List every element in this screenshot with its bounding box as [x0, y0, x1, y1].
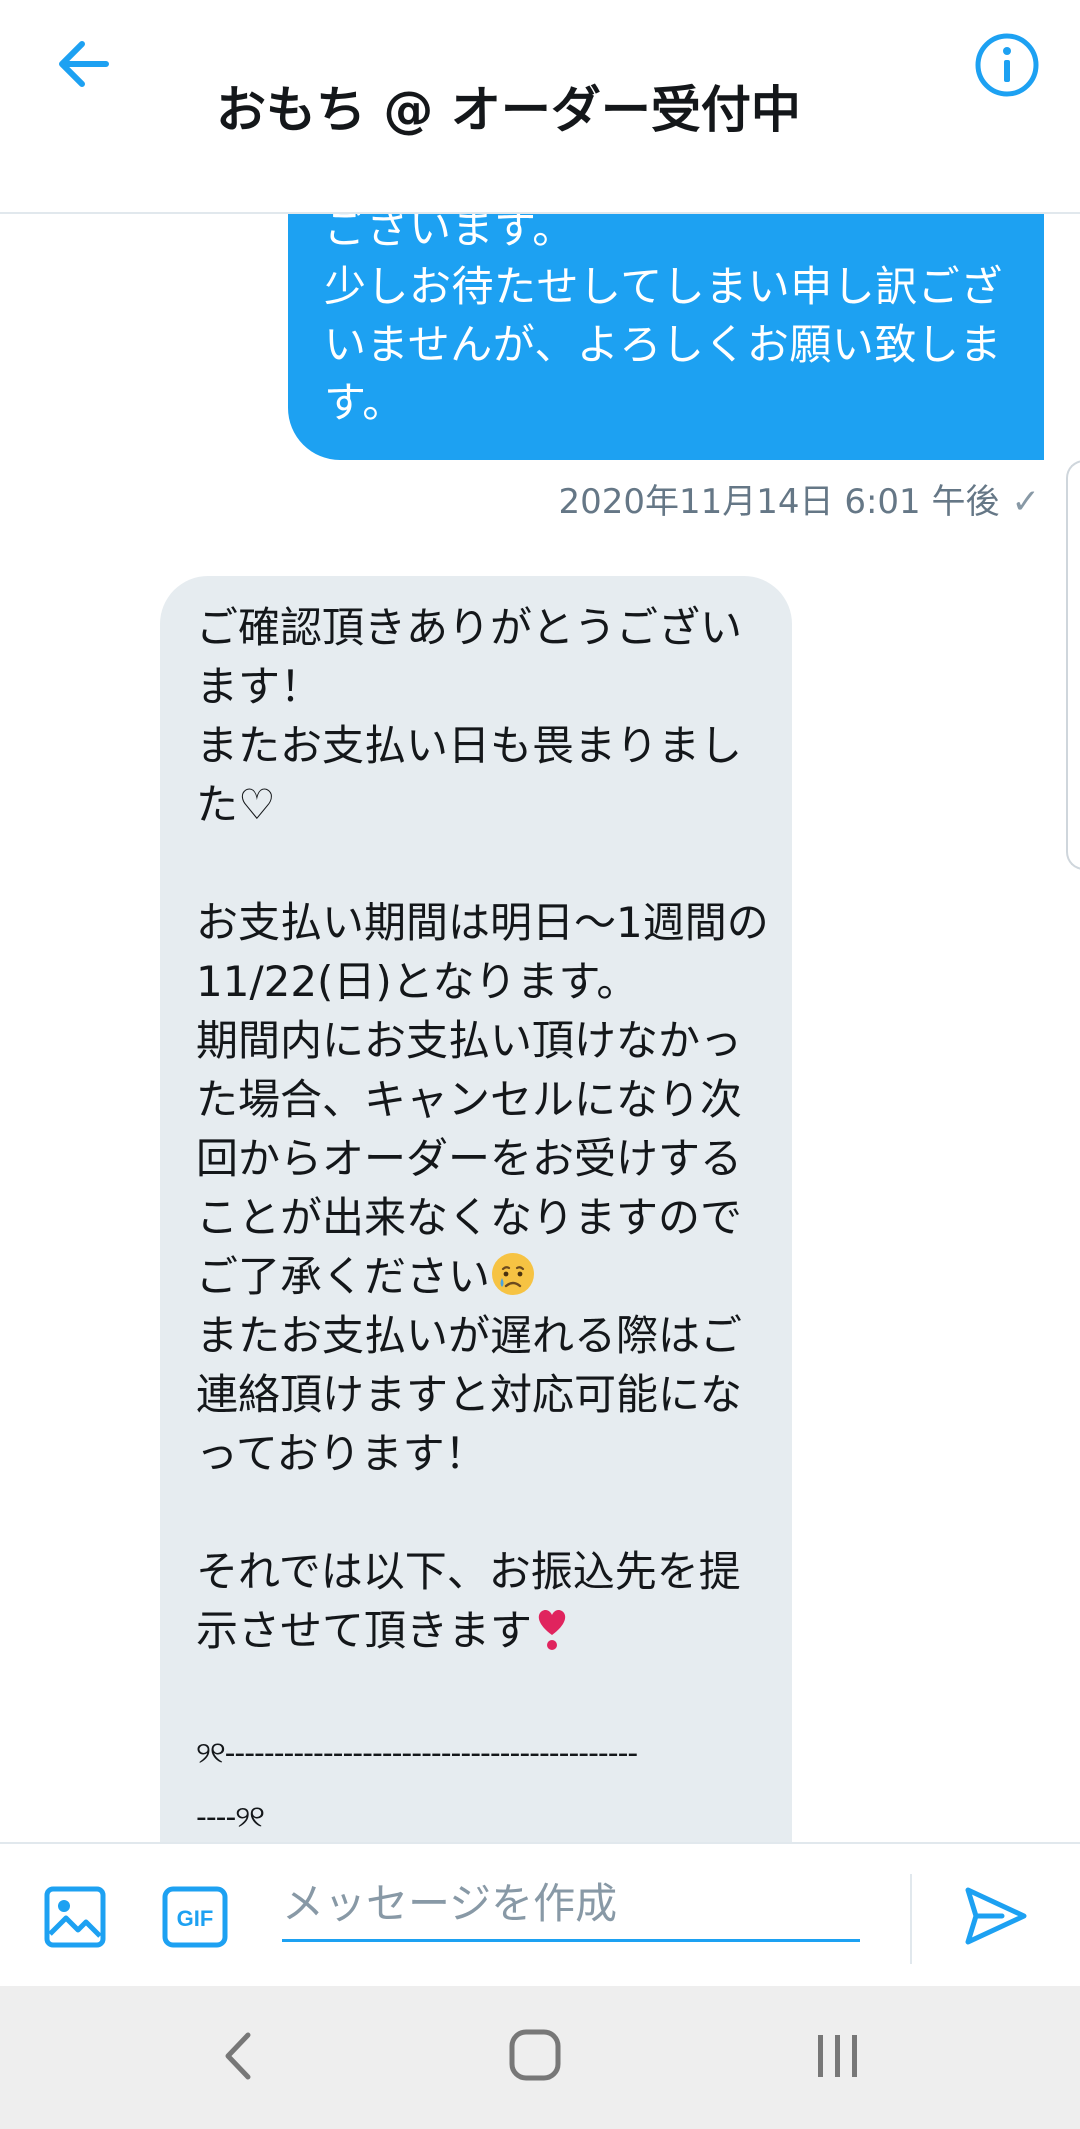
conversation-info-button[interactable]: [972, 30, 1042, 100]
gif-icon: GIF: [162, 1886, 228, 1948]
received-paragraph-4: それでは以下、お振込先を提示させて頂きます: [196, 1547, 741, 1655]
nav-back-icon: [225, 2032, 251, 2080]
back-button[interactable]: [50, 30, 120, 100]
received-message-bubble[interactable]: ご確認頂きありがとうございます！ またお支払い日も畏まりました♡ お支払い期間は…: [160, 576, 792, 1842]
sent-message-bubble[interactable]: ございます。 少しお待たせしてしまい申し訳ございませんが、よろしくお願い致します…: [288, 214, 1044, 460]
system-recents-button[interactable]: [808, 2021, 868, 2091]
arrow-left-icon: [59, 41, 109, 87]
scrollbar-handle[interactable]: [1066, 460, 1080, 870]
send-icon: [965, 1887, 1027, 1945]
gif-label: GIF: [177, 1906, 214, 1931]
received-paragraph-2: お支払い期間は明日〜1週間の11/22(日)となります。 期間内にお支払い頂けな…: [196, 898, 769, 1301]
message-timestamp: 2020年11月14日 6:01 午後: [558, 482, 1000, 522]
received-paragraph-3: またお支払いが遅れる際はご連絡頂けますと対応可能になっております！: [196, 1311, 743, 1478]
received-paragraph-1: ご確認頂きありがとうございます！ またお支払い日も畏まりました♡: [196, 603, 743, 829]
nav-home-icon: [509, 2029, 561, 2081]
sent-check-icon: ✓: [1011, 482, 1041, 522]
conversation-header: おもち @ オーダー受付中: [0, 0, 1080, 214]
system-back-button[interactable]: [210, 2021, 270, 2091]
heart-exclamation-icon: [538, 1609, 566, 1650]
composer-divider: [910, 1874, 912, 1964]
add-gif-button[interactable]: GIF: [162, 1886, 228, 1948]
sent-message-meta: 2020年11月14日 6:01 午後 ✓: [400, 472, 1040, 532]
dm-conversation-screen: おもち @ オーダー受付中 ございます。 少しお待たせしてしまい申し訳ございませ…: [0, 0, 1080, 2129]
divider-line-2: ----୨୧: [196, 1800, 265, 1835]
divider-line-1: ୨୧--------------------------------------…: [196, 1736, 638, 1771]
info-icon: [975, 33, 1039, 97]
received-message-text: ご確認頂きありがとうございます！ またお支払い日も畏まりました♡ お支払い期間は…: [196, 598, 776, 1842]
message-composer: GIF: [0, 1842, 1080, 1986]
system-navigation-bar: [0, 1986, 1080, 2129]
nav-recents-icon: [818, 2035, 857, 2077]
crying-face-icon: [492, 1253, 535, 1295]
sent-message-text: ございます。 少しお待たせしてしまい申し訳ございませんが、よろしくお願い致します…: [324, 214, 1003, 427]
message-list[interactable]: ございます。 少しお待たせしてしまい申し訳ございませんが、よろしくお願い致します…: [0, 214, 1080, 1842]
page-title: おもち @ オーダー受付中: [216, 81, 801, 139]
image-icon: [44, 1886, 106, 1948]
add-image-button[interactable]: [44, 1886, 106, 1948]
system-home-button[interactable]: [506, 2020, 566, 2090]
message-input[interactable]: [282, 1868, 860, 1942]
send-button[interactable]: [962, 1882, 1030, 1950]
